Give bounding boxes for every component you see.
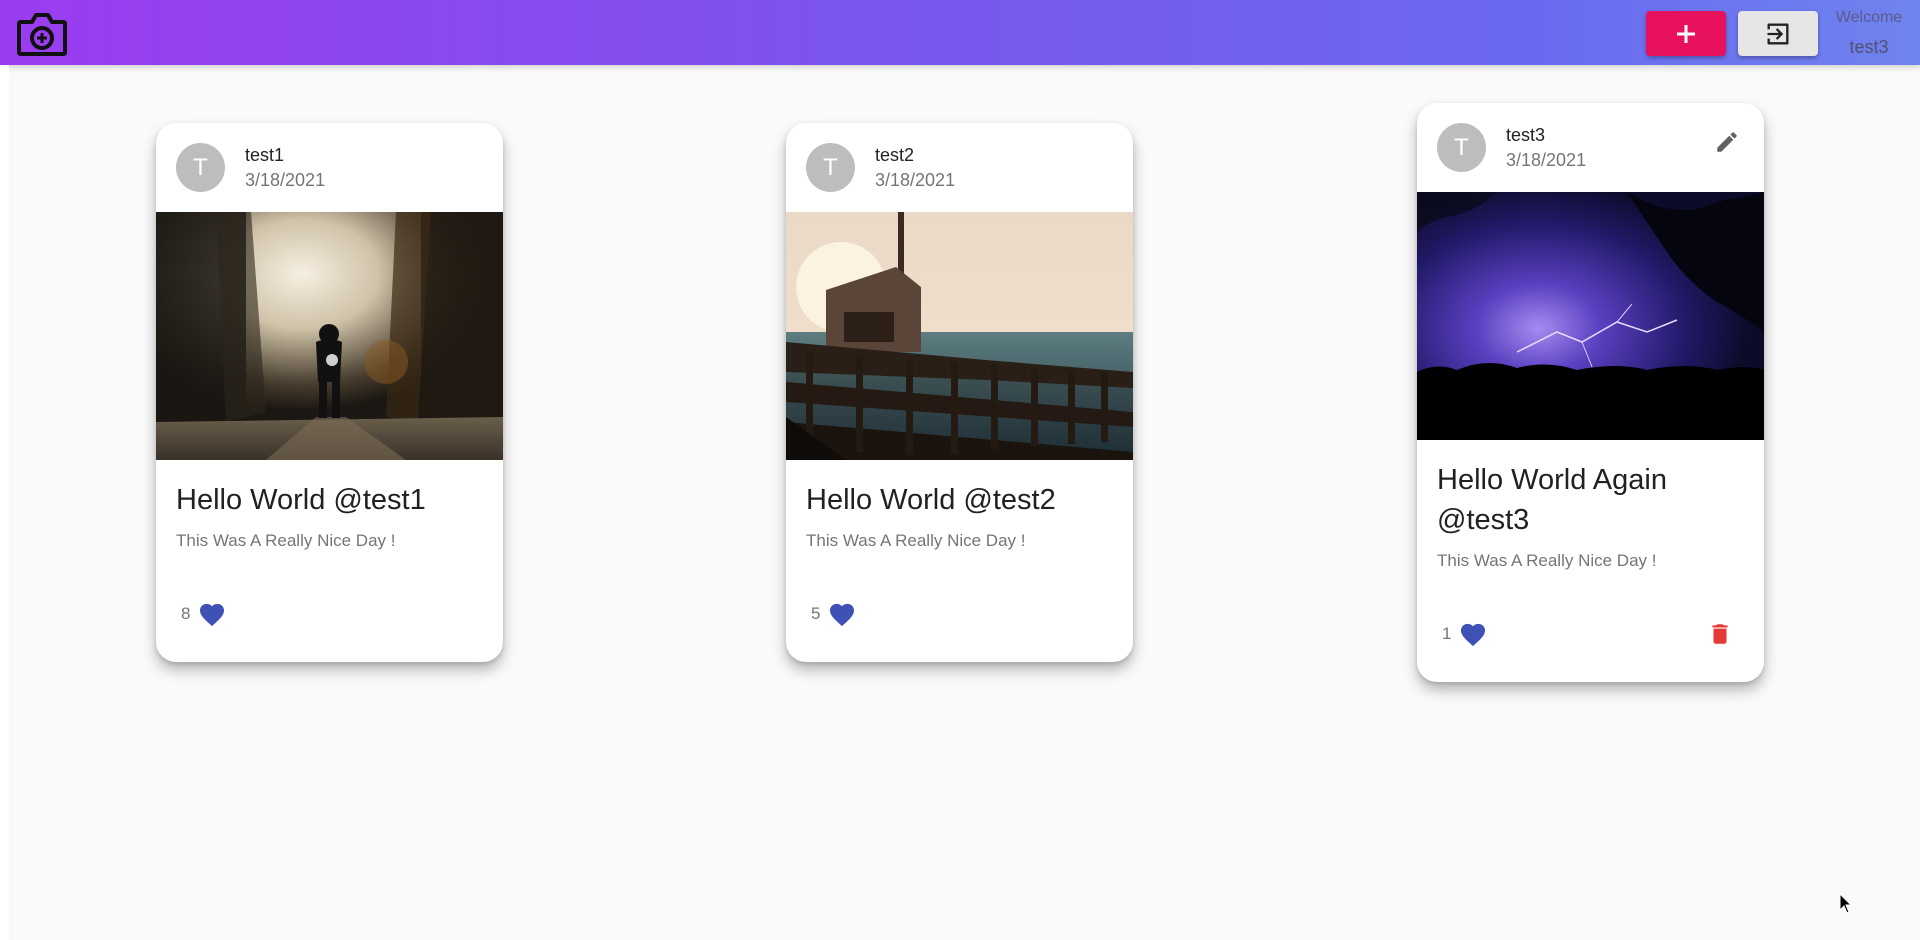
post-title: Hello World @test2 [806,484,1056,516]
pencil-icon[interactable] [1712,127,1742,157]
post-card: T test2 3/18/2021 Hello World @test2 Thi… [786,123,1133,662]
heart-icon[interactable] [826,598,858,630]
heart-icon[interactable] [196,598,228,630]
post-description: This Was A Really Nice Day ! [176,531,396,550]
logout-button[interactable] [1738,11,1818,56]
like-count: 8 [181,604,191,623]
camera-add-icon[interactable] [16,10,68,58]
post-description: This Was A Really Nice Day ! [806,531,1026,550]
post-card: T test1 3/18/2021 Hello World @test1 Thi… [156,123,503,662]
like-count: 5 [811,604,821,623]
page-left-edge [0,65,9,940]
post-card: T test3 3/18/2021 Hello World Again @tes… [1417,103,1764,682]
welcome-label: Welcome [1835,9,1903,26]
exit-icon [1767,23,1789,44]
plus-icon [1677,24,1695,43]
trash-icon[interactable] [1704,618,1736,650]
post-image[interactable] [156,212,503,460]
app-bar: Welcome test3 [0,0,1920,65]
post-title: Hello World @test1 [176,484,426,516]
post-image[interactable] [786,212,1133,460]
avatar[interactable]: T [1437,123,1486,172]
card-actions: 1 [1417,612,1764,682]
card-header: T test3 3/18/2021 [1417,103,1764,192]
avatar[interactable]: T [806,143,855,192]
like-count: 1 [1442,624,1452,643]
card-header: T test2 3/18/2021 [786,123,1133,212]
card-actions: 8 [156,592,503,662]
post-author: test1 [245,145,285,165]
avatar[interactable]: T [176,143,225,192]
post-author: test2 [875,145,915,165]
post-date: 3/18/2021 [245,170,326,190]
card-header: T test1 3/18/2021 [156,123,503,212]
heart-icon[interactable] [1457,618,1489,650]
post-date: 3/18/2021 [875,170,956,190]
current-username: test3 [1849,37,1889,57]
post-description: This Was A Really Nice Day ! [1437,551,1657,570]
add-post-button[interactable] [1646,11,1726,56]
post-title: Hello World Again @test3 [1437,464,1667,536]
card-actions: 5 [786,592,1133,662]
post-image[interactable] [1417,192,1764,440]
mouse-cursor-icon [1839,892,1853,920]
post-date: 3/18/2021 [1506,150,1587,170]
post-author: test3 [1506,125,1546,145]
